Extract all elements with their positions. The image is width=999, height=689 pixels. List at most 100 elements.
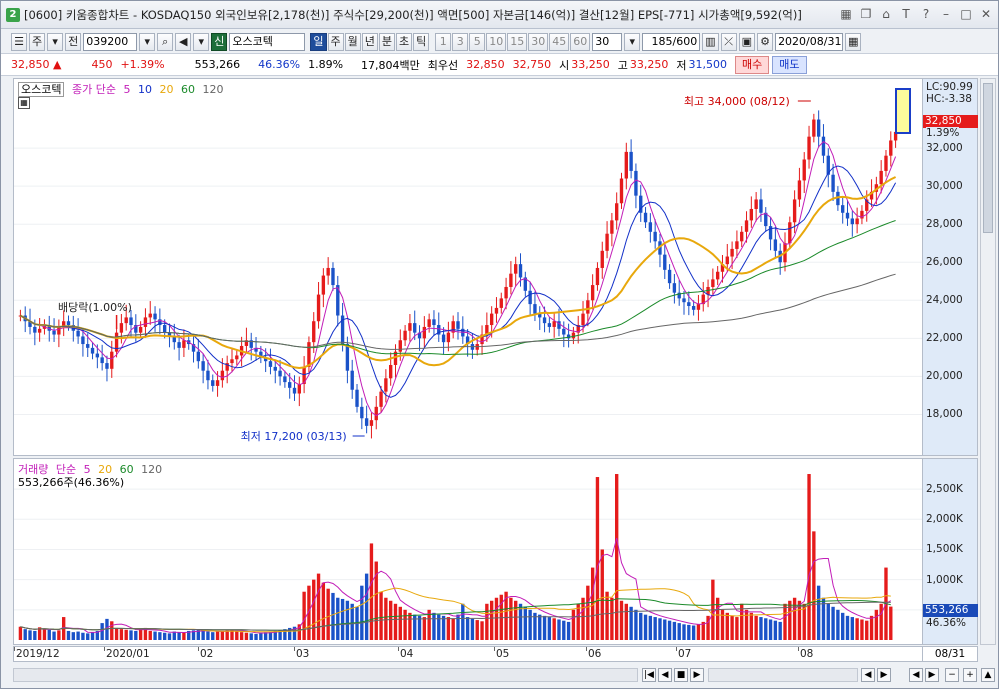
period-tab[interactable]: 일 <box>310 32 327 51</box>
horizontal-scrollbar[interactable] <box>13 668 638 682</box>
interval-select[interactable]: 30 <box>592 32 623 51</box>
volume-bar <box>576 603 580 640</box>
volume-bar <box>653 617 657 640</box>
speaker-icon[interactable]: ◀ <box>175 32 192 51</box>
date-field[interactable]: 2020/08/31 <box>775 32 844 51</box>
date-axis-tickmark <box>676 647 677 651</box>
volume-bar <box>480 621 484 640</box>
period-tab[interactable]: 월 <box>344 32 361 51</box>
chevron-down-icon[interactable]: ▾ <box>193 32 210 51</box>
candle-body <box>326 267 330 276</box>
period-tab[interactable]: 주 <box>327 32 344 51</box>
list-icon[interactable]: ☰ <box>11 32 27 51</box>
gear-icon[interactable]: ⚙ <box>757 32 774 51</box>
candle-body <box>374 406 378 421</box>
interval-button[interactable]: 60 <box>570 32 591 51</box>
next-page-icon[interactable]: ▶ <box>690 668 704 682</box>
volume-axis-tick: 2,000K <box>926 513 963 526</box>
market-select[interactable]: 주 <box>29 32 46 51</box>
code-dropdown-icon[interactable]: ▾ <box>139 32 156 51</box>
interval-button[interactable]: 45 <box>549 32 570 51</box>
stock-code-input[interactable]: 039200 <box>83 32 138 51</box>
price-axis-tick: 22,000 <box>926 332 963 345</box>
date-axis-tick: 05 <box>496 648 510 660</box>
date-axis-tickmark <box>798 647 799 651</box>
volume-axis-tick: 1,000K <box>926 573 963 586</box>
volume-bar <box>687 624 691 640</box>
volume-bar <box>220 630 225 640</box>
interval-button[interactable]: 30 <box>528 32 549 51</box>
font-icon[interactable]: T <box>898 6 914 22</box>
candle-type-icon[interactable]: ▥ <box>702 32 719 51</box>
interval-button[interactable]: 10 <box>486 32 507 51</box>
lock-icon[interactable]: ⌂ <box>878 6 894 22</box>
candle-body <box>331 267 335 286</box>
volume-bar <box>836 609 840 640</box>
volume-chart-panel[interactable]: 거래량 단순 5 20 60 120 553,266주(46.36%) <box>13 458 923 645</box>
volume-bar <box>552 618 556 640</box>
chevron-down-icon[interactable]: ▾ <box>624 32 641 51</box>
grid-icon[interactable]: ▦ <box>838 6 854 22</box>
bottom-navigation: |◀ ◀ ■ ▶ ◀ ▶ ◀ ▶ − + ▲ <box>1 663 998 688</box>
minimize-icon[interactable]: – <box>938 6 954 22</box>
candle-body <box>388 364 393 379</box>
candle-body <box>499 298 503 308</box>
candle-body <box>581 313 585 326</box>
zoom-out-icon[interactable]: − <box>945 668 959 682</box>
volume-bar <box>345 600 350 640</box>
volume-chart[interactable] <box>14 459 922 644</box>
calendar-icon[interactable]: ▦ <box>845 32 862 51</box>
period-tab[interactable]: 초 <box>396 32 413 51</box>
search-icon[interactable]: ⌕ <box>157 32 174 51</box>
price-chart[interactable]: 최고 34,000 (08/12) 최저 17,200 (03/13) 배당락(1.… <box>14 79 922 455</box>
candle-body <box>797 180 802 200</box>
copy-icon[interactable]: ❐ <box>858 6 874 22</box>
count-field[interactable]: 185/600 <box>642 32 701 51</box>
candle-body <box>86 344 90 348</box>
interval-button[interactable]: 5 <box>469 32 486 51</box>
restore-icon[interactable]: □ <box>958 6 974 22</box>
candle-body <box>605 233 609 251</box>
candle-body <box>422 326 427 339</box>
date-axis-tickmark <box>14 647 15 651</box>
buy-button[interactable]: 매수 <box>735 55 770 74</box>
candle-body <box>643 212 648 223</box>
chart-window: 2 [0600] 키움종합차트 - KOSDAQ150 외국인보유[2,178(… <box>0 0 999 689</box>
legend-ma5: 5 <box>123 83 131 96</box>
stop-icon[interactable]: ■ <box>674 668 688 682</box>
stock-name-field[interactable]: 오스코텍 <box>229 32 306 51</box>
interval-button[interactable]: 3 <box>452 32 469 51</box>
close-icon[interactable]: ✕ <box>978 6 994 22</box>
table-icon[interactable]: ▦ <box>18 97 30 109</box>
zoom-right-icon[interactable]: ▶ <box>877 668 891 682</box>
volume-bar <box>398 606 402 640</box>
interval-button[interactable]: 15 <box>507 32 528 51</box>
vertical-scroll-thumb[interactable] <box>983 83 993 233</box>
volume-bar <box>408 612 412 640</box>
legend-stock-name[interactable]: 오스코텍 <box>18 82 65 97</box>
vertical-scrollbar[interactable] <box>980 78 996 645</box>
volume-bar <box>562 620 566 640</box>
period-tab[interactable]: 틱 <box>413 32 430 51</box>
save-icon[interactable]: ▣ <box>738 32 756 51</box>
prev-button[interactable]: 전 <box>65 32 82 51</box>
zoom-track[interactable] <box>708 668 858 682</box>
chevron-down-icon[interactable]: ▾ <box>47 32 64 51</box>
prev-page-icon[interactable]: ◀ <box>658 668 672 682</box>
first-page-icon[interactable]: |◀ <box>642 668 656 682</box>
indicator-icon[interactable]: ⤫ <box>720 32 737 51</box>
volume-bar <box>538 614 542 640</box>
help-icon[interactable]: ? <box>918 6 934 22</box>
candle-body <box>268 361 273 367</box>
expand-icon[interactable]: ▲ <box>981 668 995 682</box>
scroll-right-icon[interactable]: ▶ <box>925 668 939 682</box>
scroll-left-icon[interactable]: ◀ <box>909 668 923 682</box>
sell-button[interactable]: 매도 <box>772 55 807 74</box>
zoom-out-left-icon[interactable]: ◀ <box>861 668 875 682</box>
interval-button[interactable]: 1 <box>435 32 452 51</box>
zoom-in-icon[interactable]: + <box>963 668 977 682</box>
period-tab[interactable]: 년 <box>361 32 378 51</box>
price-chart-panel[interactable]: 최고 34,000 (08/12) 최저 17,200 (03/13) 배당락(1.… <box>13 78 923 456</box>
period-tab[interactable]: 분 <box>378 32 395 51</box>
dividend-annotation: 배당락(1.00%) <box>58 301 132 314</box>
